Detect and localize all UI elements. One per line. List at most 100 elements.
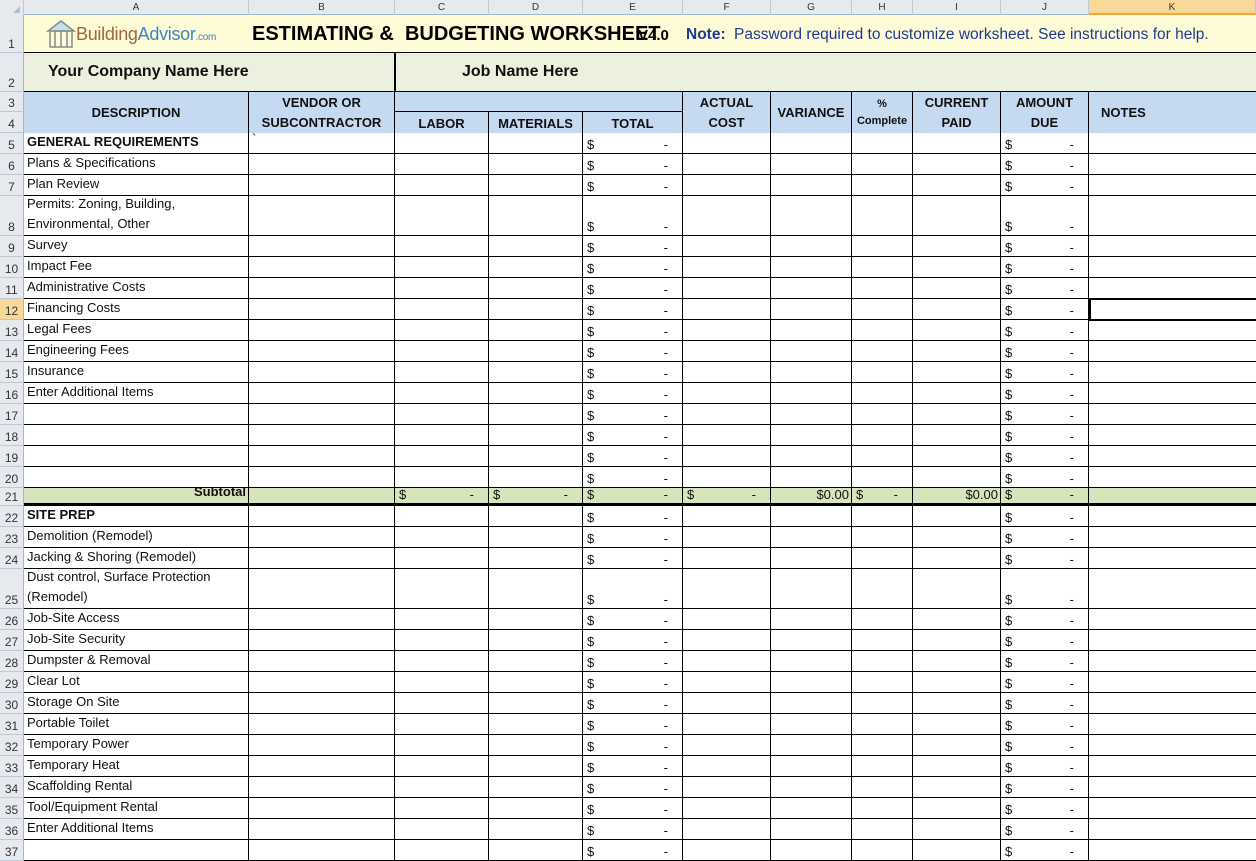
- notes-cell[interactable]: [1089, 446, 1256, 466]
- row-header-2[interactable]: 2: [0, 53, 24, 92]
- description-cell[interactable]: Administrative Costs: [24, 278, 249, 298]
- variance-cell[interactable]: [771, 735, 852, 755]
- materials-cell[interactable]: [489, 651, 583, 671]
- company-name-cell[interactable]: Your Company Name Here: [48, 63, 249, 81]
- current-paid-cell[interactable]: [913, 630, 1001, 650]
- row-header-34[interactable]: 34: [0, 777, 24, 798]
- actual-cost-cell[interactable]: [683, 175, 771, 195]
- pct-complete-cell[interactable]: [852, 506, 913, 526]
- actual-cost-cell[interactable]: [683, 425, 771, 445]
- variance-cell[interactable]: [771, 341, 852, 361]
- total-cell[interactable]: $ -: [583, 425, 683, 445]
- amount-due-cell[interactable]: $ -: [1001, 819, 1089, 839]
- description-cell[interactable]: Engineering Fees: [24, 341, 249, 361]
- current-paid-cell[interactable]: [913, 278, 1001, 298]
- actual-cost-cell[interactable]: [683, 446, 771, 466]
- variance-cell[interactable]: [771, 154, 852, 174]
- notes-cell[interactable]: [1089, 819, 1256, 839]
- description-cell[interactable]: Job-Site Security: [24, 630, 249, 650]
- amount-due-cell[interactable]: $ -: [1001, 672, 1089, 692]
- pct-complete-cell[interactable]: [852, 446, 913, 466]
- materials-cell[interactable]: [489, 446, 583, 466]
- materials-cell[interactable]: [489, 404, 583, 424]
- materials-cell[interactable]: [489, 569, 583, 608]
- row-header-37[interactable]: 37: [0, 840, 24, 861]
- description-cell[interactable]: Temporary Heat: [24, 756, 249, 776]
- select-all-button[interactable]: [0, 0, 24, 15]
- row-header-20[interactable]: 20: [0, 467, 24, 488]
- current-paid-cell[interactable]: [913, 819, 1001, 839]
- total-cell[interactable]: $ -: [583, 651, 683, 671]
- row-header-32[interactable]: 32: [0, 735, 24, 756]
- notes-cell[interactable]: [1089, 488, 1256, 503]
- current-paid-cell[interactable]: [913, 257, 1001, 277]
- actual-cost-cell[interactable]: [683, 383, 771, 403]
- row-header-12[interactable]: 12: [0, 299, 24, 320]
- notes-cell[interactable]: [1089, 383, 1256, 403]
- pct-complete-cell[interactable]: [852, 236, 913, 256]
- labor-cell[interactable]: [395, 320, 489, 340]
- pct-complete-cell[interactable]: [852, 527, 913, 547]
- labor-cell[interactable]: [395, 341, 489, 361]
- total-cell[interactable]: $ -: [583, 341, 683, 361]
- amount-due-cell[interactable]: $ -: [1001, 506, 1089, 526]
- labor-cell[interactable]: [395, 236, 489, 256]
- materials-cell[interactable]: [489, 383, 583, 403]
- description-cell[interactable]: [24, 404, 249, 424]
- materials-cell[interactable]: [489, 425, 583, 445]
- pct-complete-cell[interactable]: [852, 467, 913, 487]
- description-cell[interactable]: Clear Lot: [24, 672, 249, 692]
- vendor-cell[interactable]: [249, 693, 395, 713]
- description-cell[interactable]: Demolition (Remodel): [24, 527, 249, 547]
- variance-cell[interactable]: [771, 404, 852, 424]
- variance-cell[interactable]: [771, 672, 852, 692]
- amount-due-cell[interactable]: $ -: [1001, 425, 1089, 445]
- row-header-31[interactable]: 31: [0, 714, 24, 735]
- amount-due-cell[interactable]: $ -: [1001, 630, 1089, 650]
- current-paid-cell[interactable]: [913, 506, 1001, 526]
- variance-cell[interactable]: [771, 257, 852, 277]
- notes-cell[interactable]: [1089, 320, 1256, 340]
- actual-cost-cell[interactable]: [683, 756, 771, 776]
- description-cell[interactable]: GENERAL REQUIREMENTS: [24, 133, 249, 153]
- amount-due-cell[interactable]: $ -: [1001, 609, 1089, 629]
- actual-cost-cell[interactable]: [683, 154, 771, 174]
- labor-cell[interactable]: [395, 257, 489, 277]
- column-header-i[interactable]: I: [913, 0, 1001, 15]
- row-header-25[interactable]: 25: [0, 569, 24, 609]
- total-cell[interactable]: $ -: [583, 756, 683, 776]
- labor-cell[interactable]: [395, 777, 489, 797]
- amount-due-cell[interactable]: $ -: [1001, 404, 1089, 424]
- notes-cell[interactable]: [1089, 777, 1256, 797]
- pct-complete-cell[interactable]: [852, 299, 913, 319]
- labor-cell[interactable]: [395, 383, 489, 403]
- column-header-j[interactable]: J: [1001, 0, 1089, 15]
- variance-cell[interactable]: [771, 548, 852, 568]
- vendor-cell[interactable]: [249, 548, 395, 568]
- vendor-cell[interactable]: [249, 196, 395, 235]
- row-header-21[interactable]: 21: [0, 488, 24, 506]
- total-cell[interactable]: $ -: [583, 175, 683, 195]
- notes-cell[interactable]: [1089, 651, 1256, 671]
- notes-cell[interactable]: [1089, 362, 1256, 382]
- total-cell[interactable]: $ -: [583, 278, 683, 298]
- total-cell[interactable]: $ -: [583, 506, 683, 526]
- materials-cell[interactable]: [489, 798, 583, 818]
- row-header-4[interactable]: 4: [0, 112, 24, 133]
- total-cell[interactable]: $ -: [583, 798, 683, 818]
- labor-cell[interactable]: [395, 278, 489, 298]
- vendor-cell[interactable]: [249, 840, 395, 860]
- vendor-cell[interactable]: [249, 735, 395, 755]
- pct-complete-cell[interactable]: [852, 693, 913, 713]
- row-header-3[interactable]: 3: [0, 92, 24, 112]
- vendor-cell[interactable]: [249, 236, 395, 256]
- materials-cell[interactable]: [489, 756, 583, 776]
- notes-cell[interactable]: [1089, 133, 1256, 153]
- materials-cell[interactable]: [489, 467, 583, 487]
- amount-due-cell[interactable]: $ -: [1001, 341, 1089, 361]
- current-paid-cell[interactable]: [913, 735, 1001, 755]
- materials-cell[interactable]: [489, 236, 583, 256]
- amount-due-cell[interactable]: $ -: [1001, 175, 1089, 195]
- pct-complete-cell[interactable]: [852, 425, 913, 445]
- total-cell[interactable]: $ -: [583, 735, 683, 755]
